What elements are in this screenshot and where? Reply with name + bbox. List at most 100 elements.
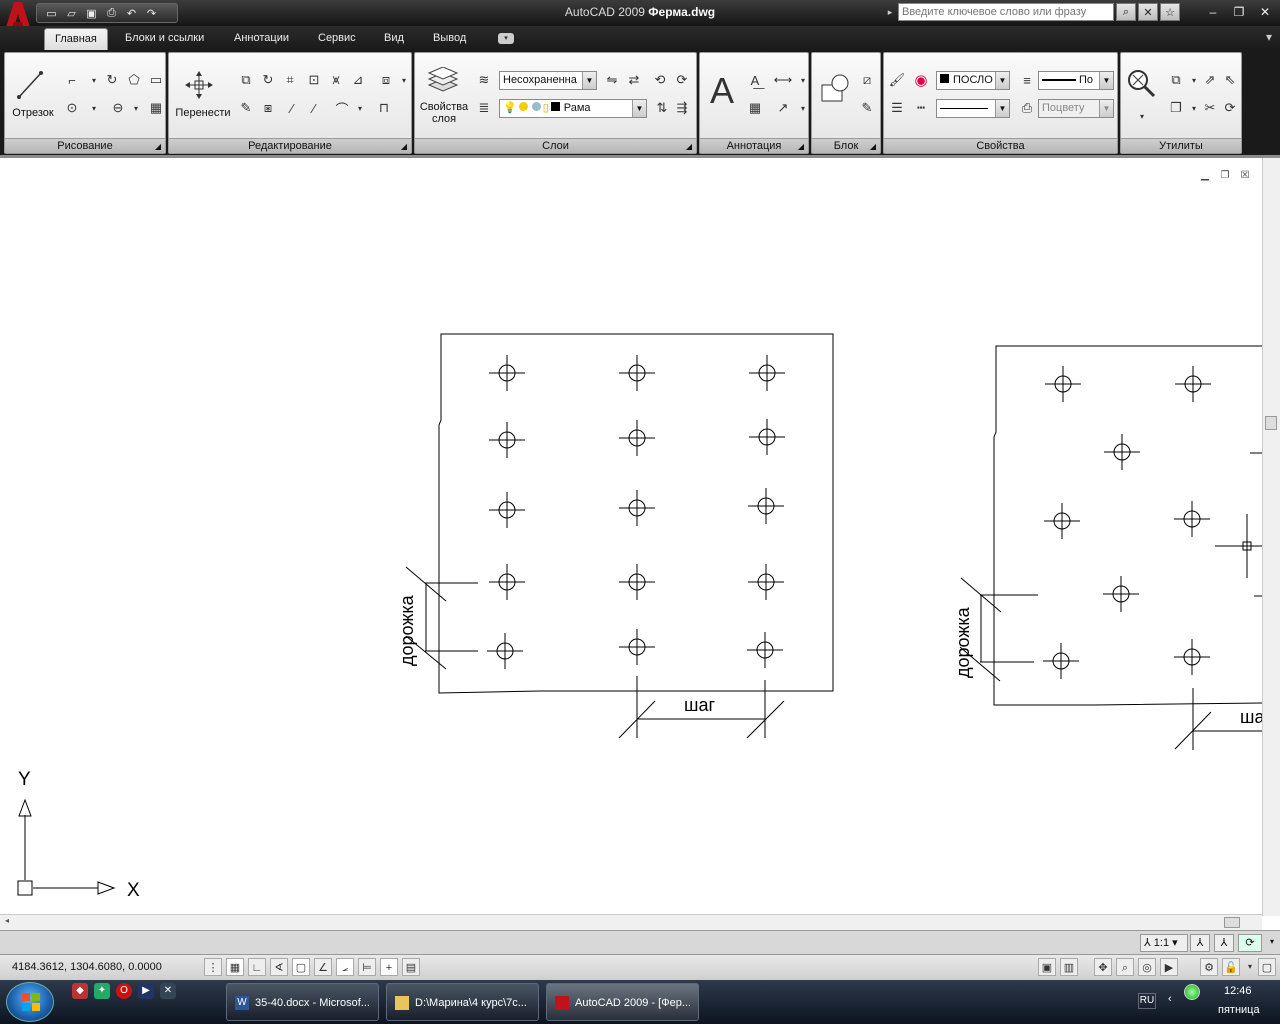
minimize-icon[interactable]: –: [1204, 4, 1222, 20]
quicklaunch-tool-icon[interactable]: ✕: [160, 983, 176, 999]
table-icon[interactable]: ▦: [744, 97, 766, 119]
clean-screen-icon[interactable]: ▢: [1258, 958, 1276, 976]
move-label[interactable]: Перенести: [171, 107, 235, 119]
clock-time[interactable]: 12:46: [1224, 985, 1252, 997]
multiline-text-icon[interactable]: A: [706, 70, 738, 111]
tray-expand-icon[interactable]: ‹: [1168, 993, 1172, 1005]
measure-icon[interactable]: ⟳: [1219, 97, 1241, 119]
tab-blocks-refs[interactable]: Блоки и ссылки: [115, 28, 214, 50]
panel-block-title[interactable]: Блок ◢: [812, 138, 880, 153]
tab-output[interactable]: Вывод: [423, 28, 476, 50]
object-snap-tracking-icon[interactable]: ∠: [314, 958, 332, 976]
circle-icon[interactable]: ⊙: [61, 97, 83, 119]
undo-icon[interactable]: ↶: [123, 6, 140, 21]
linetype-icon[interactable]: ┅: [910, 97, 932, 119]
panel-draw-title[interactable]: Рисование ◢: [5, 138, 165, 153]
close-icon[interactable]: ✕: [1256, 4, 1274, 20]
quick-select-icon[interactable]: ⇗: [1199, 69, 1221, 91]
panel-expand-icon[interactable]: ◢: [155, 139, 161, 154]
object-snap-icon[interactable]: ▢: [292, 958, 310, 976]
hatch-icon[interactable]: ▦: [145, 97, 167, 119]
chevron-down-icon[interactable]: ▼: [995, 100, 1009, 117]
layer-unisolate-icon[interactable]: ⟳: [671, 69, 693, 91]
status-menu-icon[interactable]: ▾: [1266, 934, 1278, 952]
workspace-icon[interactable]: ⟳: [1238, 934, 1262, 952]
search-input[interactable]: [898, 3, 1114, 21]
line-tool-icon[interactable]: [15, 69, 45, 101]
mirror-icon[interactable]: ⊿: [347, 69, 369, 91]
layer-isolate-icon[interactable]: ⟲: [649, 69, 671, 91]
polygon-icon[interactable]: ⬠: [123, 69, 145, 91]
chevron-down-icon[interactable]: ▼: [582, 72, 596, 89]
color-wheel-icon[interactable]: ◉: [910, 69, 932, 91]
network-tray-icon[interactable]: [1184, 984, 1200, 1000]
annotation-visibility-icon[interactable]: ⅄: [1190, 934, 1210, 952]
color-dropdown[interactable]: ПОСЛО ▼: [936, 71, 1010, 90]
showmotion-icon[interactable]: ▶: [1160, 958, 1178, 976]
edit-block-icon[interactable]: ✎: [856, 97, 878, 119]
taskbar-item-autocad[interactable]: AutoCAD 2009 - [Фер...: [546, 983, 699, 1021]
list-properties-icon[interactable]: ☰: [886, 97, 908, 119]
vertical-scrollbar[interactable]: [1262, 158, 1280, 916]
cut-icon[interactable]: ✂: [1199, 97, 1221, 119]
horizontal-scrollbar[interactable]: ◂: [0, 914, 1262, 930]
layer-walk-icon[interactable]: ⇅: [651, 97, 673, 119]
extend-icon[interactable]: ⊡: [303, 69, 325, 91]
scale-icon[interactable]: ⧆: [257, 97, 279, 119]
new-file-icon[interactable]: ▭: [43, 6, 60, 21]
drawing-canvas[interactable]: ▁ ❐ ☒ шаг дорожка ша дорожка Y X ◂: [0, 155, 1280, 930]
panel-expand-icon[interactable]: ◢: [401, 139, 407, 154]
multileader-icon[interactable]: ↗: [772, 97, 794, 119]
chevron-down-icon[interactable]: ▼: [995, 72, 1009, 89]
layer-properties-label[interactable]: Свойства слоя: [415, 101, 473, 125]
erase-icon[interactable]: ✎: [235, 97, 257, 119]
dynamic-input-icon[interactable]: ⊨: [358, 958, 376, 976]
layer-previous-icon[interactable]: ⇋: [601, 69, 623, 91]
communication-center-icon[interactable]: ✕: [1138, 3, 1158, 21]
scroll-left-icon[interactable]: ◂: [5, 916, 9, 925]
rectangle-icon[interactable]: ▭: [145, 69, 167, 91]
layer-lock-icon[interactable]: ▯: [543, 102, 549, 114]
start-button[interactable]: [6, 982, 54, 1022]
stretch-icon[interactable]: ⩙: [325, 69, 347, 91]
join-icon[interactable]: ⁄: [303, 97, 325, 119]
panel-layers-title[interactable]: Слои ◢: [415, 138, 696, 153]
chevron-down-icon[interactable]: ▼: [632, 100, 646, 117]
move-icon[interactable]: [183, 69, 215, 101]
grid-icon[interactable]: ▦: [226, 958, 244, 976]
quicklaunch-app-icon[interactable]: ◆: [72, 983, 88, 999]
tab-tools[interactable]: Сервис: [308, 28, 366, 50]
quicklaunch-opera-icon[interactable]: O: [116, 983, 132, 999]
panel-utilities-title[interactable]: Утилиты: [1121, 138, 1241, 153]
line-tool-label[interactable]: Отрезок: [7, 107, 59, 119]
layer-dropdown[interactable]: 💡 ▯ Рама ▼: [499, 99, 647, 118]
plotstyle-icon[interactable]: ⎙: [1016, 97, 1038, 119]
break-icon[interactable]: ∕: [281, 97, 303, 119]
save-icon[interactable]: ▣: [83, 6, 100, 21]
array-dropdown-icon[interactable]: ▾: [393, 69, 415, 91]
circle-dropdown-icon[interactable]: ▾: [83, 97, 105, 119]
ribbon-options-icon[interactable]: ▾: [1266, 30, 1272, 44]
layer-merge-icon[interactable]: ⇶: [671, 97, 693, 119]
create-block-icon[interactable]: ⧄: [856, 69, 878, 91]
steering-wheel-icon[interactable]: ◎: [1138, 958, 1156, 976]
cursor-coordinates[interactable]: 4184.3612, 1304.6080, 0.0000: [12, 961, 162, 973]
rotate-icon[interactable]: ↻: [257, 69, 279, 91]
layer-list-icon[interactable]: ≣: [473, 97, 495, 119]
match-properties-icon[interactable]: 🖌: [886, 69, 908, 91]
restore-icon[interactable]: ❐: [1230, 4, 1248, 20]
panel-expand-icon[interactable]: ◢: [870, 139, 876, 154]
polar-tracking-icon[interactable]: ∢: [270, 958, 288, 976]
language-indicator[interactable]: RU: [1138, 993, 1156, 1009]
single-line-text-icon[interactable]: A͟: [744, 69, 766, 91]
panel-modify-title[interactable]: Редактирование ◢: [169, 138, 411, 153]
layer-viewport-icon[interactable]: [531, 102, 541, 111]
pan-icon[interactable]: ✥: [1094, 958, 1112, 976]
search-expand-icon[interactable]: ▸: [884, 7, 896, 18]
zoom-extents-icon[interactable]: [1125, 67, 1157, 99]
zoom-dropdown-icon[interactable]: ▾: [1131, 105, 1153, 127]
lock-dropdown-icon[interactable]: ▾: [1244, 958, 1256, 976]
vertical-scroll-thumb[interactable]: [1265, 416, 1277, 430]
polyline-icon[interactable]: ⌐: [61, 69, 83, 91]
clock-day[interactable]: пятница: [1218, 1004, 1260, 1016]
